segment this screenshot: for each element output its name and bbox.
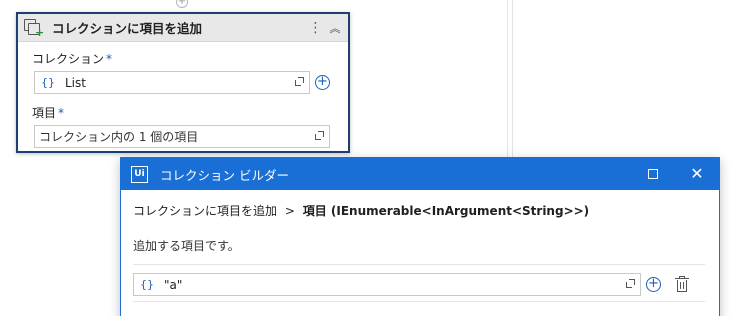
maximize-icon [648,169,658,179]
item-placeholder: コレクション内の 1 個の項目 [39,130,199,144]
required-mark: * [106,52,113,66]
activity-header[interactable]: + コレクションに項目を追加 ⋮ ︽ [18,14,348,42]
delete-item-icon[interactable] [675,275,689,293]
more-options-icon[interactable]: ⋮ [308,20,323,36]
collection-value: List [65,75,86,90]
dialog-titlebar[interactable]: Ui コレクション ビルダー ✕ [121,158,719,190]
breadcrumb-parent[interactable]: コレクションに項目を追加 [133,204,277,218]
dialog-title: コレクション ビルダー [160,167,289,183]
item-label: 項目 * [32,106,65,120]
activity-title: コレクションに項目を追加 [52,21,203,36]
canvas-divider [507,0,508,158]
designer-canvas: + + コレクションに項目を追加 ⋮ ︽ コレクション * {} List + 項… [0,0,735,316]
collection-label: コレクション * [32,52,113,66]
breadcrumb-current: 項目 (IEnumerable<InArgument<String>>) [302,204,590,218]
close-button[interactable]: ✕ [675,158,719,190]
item-value: "a" [164,277,183,292]
uipath-logo-icon: Ui [131,165,148,183]
divider [133,301,705,302]
add-to-collection-activity[interactable]: + コレクションに項目を追加 ⋮ ︽ コレクション * {} List + 項目 *… [16,12,350,153]
add-variable-icon[interactable]: + [646,277,661,292]
close-icon: ✕ [690,164,704,183]
maximize-button[interactable] [631,158,675,190]
dialog-description: 追加する項目です。 [133,239,240,253]
required-mark: * [58,106,65,120]
variable-brace-icon: {} [41,76,55,89]
add-activity-icon[interactable]: + [176,0,188,8]
expand-editor-icon[interactable] [295,77,304,86]
add-variable-icon[interactable]: + [315,75,330,90]
add-to-collection-icon: + [24,18,44,38]
canvas-divider-2 [512,0,513,158]
item-input[interactable]: コレクション内の 1 個の項目 [34,125,330,148]
breadcrumb: コレクションに項目を追加 > 項目 (IEnumerable<InArgumen… [133,202,589,219]
collapse-icon[interactable]: ︽ [328,20,342,36]
variable-brace-icon: {} [140,278,154,291]
divider [133,264,705,265]
breadcrumb-separator: > [284,204,295,218]
item-value-input[interactable]: {} "a" [133,273,641,296]
expand-editor-icon[interactable] [315,131,324,140]
list-item: {} "a" + [133,273,689,296]
collection-builder-dialog: Ui コレクション ビルダー ✕ コレクションに項目を追加 > 項目 (IEnu… [120,157,720,316]
collection-input[interactable]: {} List [34,71,310,94]
expand-editor-icon[interactable] [626,279,635,288]
